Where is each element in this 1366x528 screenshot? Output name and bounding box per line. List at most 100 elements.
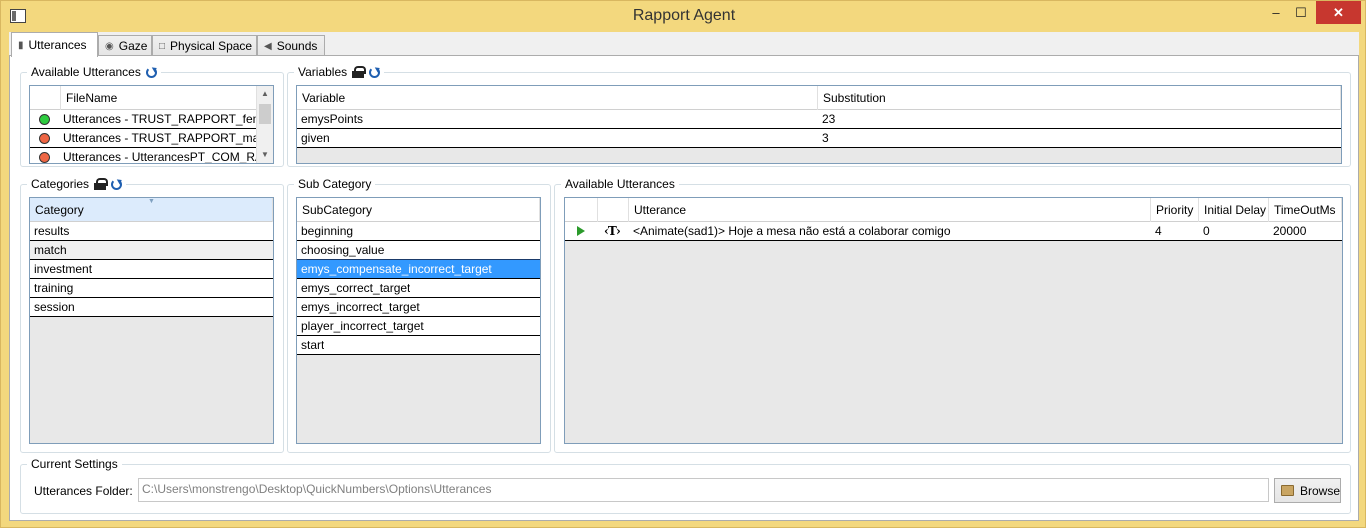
utterance-timeout: 20000 — [1273, 224, 1307, 238]
subcategory-row-selected[interactable]: emys_compensate_incorrect_target — [297, 259, 540, 280]
file-row[interactable]: Utterances - UtterancesPT_COM_RAP — [30, 148, 258, 164]
subcategory-row[interactable]: emys_correct_target — [297, 279, 540, 298]
minimize-button[interactable]: – — [1265, 1, 1287, 24]
status-red-icon — [39, 151, 50, 163]
subcategory-column-header[interactable]: SubCategory — [297, 198, 540, 222]
subcategory-row[interactable]: choosing_value — [297, 241, 540, 260]
client-area: ▮ Utterances ◉ Gaze □ Physical Space ◀ S… — [9, 32, 1359, 521]
subcategory-name: beginning — [301, 224, 354, 238]
utterance-column-header[interactable]: Utterance — [629, 198, 1151, 222]
file-row[interactable]: Utterances - TRUST_RAPPORT_mas — [30, 129, 258, 148]
category-name: investment — [34, 262, 93, 276]
lock-icon[interactable] — [352, 66, 367, 78]
utterance-row[interactable]: ‹T› <Animate(sad1)> Hoje a mesa não está… — [565, 222, 1342, 241]
timeout-column-header[interactable]: TimeOutMs — [1269, 198, 1342, 222]
group-title: Available Utterances — [561, 177, 679, 191]
category-row[interactable]: training — [30, 279, 273, 298]
subcategory-row[interactable]: start — [297, 336, 540, 355]
subcategory-row[interactable]: player_incorrect_target — [297, 317, 540, 336]
grid-header: SubCategory — [297, 198, 540, 222]
utterances-folder-field[interactable]: C:\Users\monstrengo\Desktop\QuickNumbers… — [138, 478, 1269, 502]
initial-delay-column-header[interactable]: Initial Delay — [1199, 198, 1269, 222]
subcategory-name: start — [301, 338, 325, 352]
subcategory-row[interactable]: emys_incorrect_target — [297, 298, 540, 317]
subcategory-grid: SubCategory beginning choosing_value emy… — [296, 197, 541, 444]
variable-column-header[interactable]: Variable — [297, 86, 818, 110]
tab-gaze[interactable]: ◉ Gaze — [98, 35, 152, 56]
status-column-header[interactable] — [30, 86, 61, 110]
tab-utterances[interactable]: ▮ Utterances — [11, 32, 98, 57]
text-type-icon: ‹T› — [604, 224, 621, 238]
group-title-text: Available Utterances — [31, 65, 141, 79]
window-title: Rapport Agent — [632, 7, 736, 24]
group-title-text: Current Settings — [31, 457, 118, 471]
status-green-icon — [39, 113, 50, 125]
tab-physical-space[interactable]: □ Physical Space — [152, 35, 257, 56]
available-utterances-group: Available Utterances Utterance Priority … — [554, 177, 1351, 453]
category-row[interactable]: session — [30, 298, 273, 317]
substitution-column-header[interactable]: Substitution — [818, 86, 1341, 110]
variables-group: Variables Variable Substitution emysPoin… — [287, 65, 1351, 167]
group-title: Sub Category — [294, 177, 376, 191]
filename-column-header[interactable]: FileName — [61, 86, 258, 110]
category-row[interactable]: results — [30, 222, 273, 241]
file-name: Utterances - UtterancesPT_COM_RAP — [63, 150, 258, 164]
current-settings-group: Current Settings Utterances Folder: C:\U… — [20, 457, 1351, 514]
scroll-thumb[interactable] — [259, 104, 271, 124]
speaker-icon: ◀ — [264, 40, 272, 52]
category-row[interactable]: match — [30, 241, 273, 260]
type-column-header[interactable] — [598, 198, 629, 222]
category-name: session — [34, 300, 75, 314]
play-column-header[interactable] — [565, 198, 598, 222]
app-window: Rapport Agent – ☐ ✕ ▮ Utterances ◉ Gaze … — [0, 0, 1366, 528]
group-title-text: Sub Category — [298, 177, 372, 191]
eye-icon: ◉ — [105, 40, 114, 52]
variable-value: 23 — [822, 112, 836, 126]
variable-value: 3 — [822, 131, 829, 145]
grid-header: FileName — [30, 86, 258, 110]
subcategory-name: emys_incorrect_target — [301, 300, 420, 314]
utterances-tab-panel: Available Utterances FileName Utterances… — [9, 55, 1359, 521]
refresh-icon[interactable] — [369, 66, 381, 78]
browse-label: Browse — [1299, 483, 1340, 498]
close-button[interactable]: ✕ — [1316, 1, 1361, 24]
category-name: results — [34, 224, 70, 238]
subcategory-group: Sub Category SubCategory beginning choos… — [287, 177, 551, 453]
variable-name: emysPoints — [301, 112, 364, 126]
play-icon[interactable] — [577, 226, 585, 236]
group-title-text: Available Utterances — [565, 177, 675, 191]
category-name: training — [34, 281, 74, 295]
utterances-folder-label: Utterances Folder: — [34, 484, 133, 498]
group-title: Variables — [294, 65, 385, 79]
file-row[interactable]: Utterances - TRUST_RAPPORT_fem — [30, 110, 258, 129]
available-utterances-files-group: Available Utterances FileName Utterances… — [20, 65, 284, 167]
refresh-icon[interactable] — [111, 178, 123, 190]
utterance-priority: 4 — [1155, 224, 1162, 238]
category-row[interactable]: investment — [30, 260, 273, 279]
utterance-initial-delay: 0 — [1203, 224, 1210, 238]
title-bar[interactable]: Rapport Agent – ☐ ✕ — [1, 1, 1366, 32]
subcategory-name: player_incorrect_target — [301, 319, 424, 333]
lock-icon[interactable] — [94, 178, 109, 190]
group-title: Available Utterances — [27, 65, 161, 79]
scroll-up-icon[interactable]: ▲ — [257, 86, 273, 102]
maximize-button[interactable]: ☐ — [1289, 1, 1313, 24]
group-title: Categories — [27, 177, 127, 191]
subcategory-name: emys_correct_target — [301, 281, 411, 295]
priority-column-header[interactable]: Priority — [1151, 198, 1199, 222]
scroll-down-icon[interactable]: ▼ — [257, 147, 273, 163]
group-title: Current Settings — [27, 457, 122, 471]
refresh-icon[interactable] — [145, 66, 157, 78]
variable-row[interactable]: given 3 — [297, 129, 1341, 148]
subcategory-row[interactable]: beginning — [297, 222, 540, 241]
grid-header: Utterance Priority Initial Delay TimeOut… — [565, 198, 1342, 222]
utterances-icon: ▮ — [18, 39, 24, 51]
tab-label: Physical Space — [170, 39, 253, 53]
tab-sounds[interactable]: ◀ Sounds — [257, 35, 325, 56]
variable-row[interactable]: emysPoints 23 — [297, 110, 1341, 129]
categories-grid: Category ▼ results match investment trai… — [29, 197, 274, 444]
tab-strip: ▮ Utterances ◉ Gaze □ Physical Space ◀ S… — [9, 32, 1359, 57]
utterance-text: <Animate(sad1)> Hoje a mesa não está a c… — [633, 224, 951, 238]
vertical-scrollbar[interactable]: ▲ ▼ — [256, 86, 273, 163]
browse-button[interactable]: Browse — [1274, 478, 1341, 503]
